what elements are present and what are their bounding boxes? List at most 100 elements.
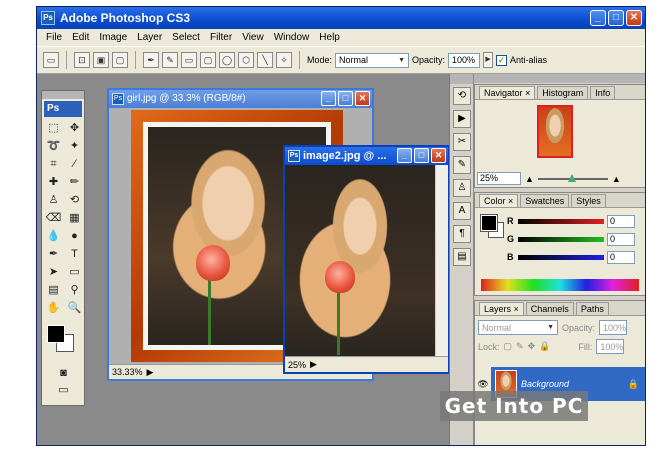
layer-comps-panel-icon[interactable]: ▤ xyxy=(453,248,471,266)
notes-tool-icon[interactable]: ▤ xyxy=(44,282,63,299)
clone-stamp-tool-icon[interactable]: ♙ xyxy=(44,192,63,209)
tab-layers[interactable]: Layers × xyxy=(479,302,524,315)
menu-filter[interactable]: Filter xyxy=(205,32,237,43)
zoom-tool-icon[interactable]: 🔍 xyxy=(65,300,84,317)
maximize-button[interactable]: □ xyxy=(608,10,624,26)
doc-maximize-button[interactable]: □ xyxy=(338,91,353,106)
tab-channels[interactable]: Channels xyxy=(525,302,574,315)
rounded-rectangle-icon[interactable]: ▢ xyxy=(200,52,216,68)
history-brush-tool-icon[interactable]: ⟲ xyxy=(65,192,84,209)
clone-source-panel-icon[interactable]: ♙ xyxy=(453,179,471,197)
gradient-tool-icon[interactable]: ▦ xyxy=(65,210,84,227)
zoom-slider[interactable] xyxy=(537,173,608,182)
navigator-preview[interactable] xyxy=(537,105,573,158)
tab-navigator[interactable]: Navigator × xyxy=(479,86,536,99)
ellipse-icon[interactable]: ◯ xyxy=(219,52,235,68)
opacity-input[interactable]: 100% xyxy=(448,52,481,68)
polygon-icon[interactable]: ⬡ xyxy=(238,52,254,68)
vertical-scrollbar[interactable] xyxy=(435,165,448,356)
color-spectrum[interactable] xyxy=(481,279,639,291)
menu-file[interactable]: File xyxy=(41,32,67,43)
foreground-color-swatch[interactable] xyxy=(47,325,65,343)
freeform-pen-icon[interactable]: ✎ xyxy=(162,52,178,68)
dock-header[interactable] xyxy=(450,74,473,84)
channel-value-input[interactable]: 0 xyxy=(607,214,635,228)
menu-layer[interactable]: Layer xyxy=(132,32,167,43)
minimize-button[interactable]: _ xyxy=(590,10,606,26)
document-title-bar[interactable]: Ps image2.jpg @ ... _ □ ✕ xyxy=(285,147,448,165)
navigator-zoom-input[interactable]: 25% xyxy=(477,172,521,185)
menu-window[interactable]: Window xyxy=(269,32,315,43)
paragraph-panel-icon[interactable]: ¶ xyxy=(453,225,471,243)
tab-histogram[interactable]: Histogram xyxy=(537,86,589,99)
tool-presets-panel-icon[interactable]: ✂ xyxy=(453,133,471,151)
foreground-color-box[interactable] xyxy=(480,214,498,232)
eyedropper-tool-icon[interactable]: ⚲ xyxy=(65,282,84,299)
doc-minimize-button[interactable]: _ xyxy=(321,91,336,106)
brushes-panel-icon[interactable]: ✎ xyxy=(453,156,471,174)
path-selection-tool-icon[interactable]: ➤ xyxy=(44,264,63,281)
zoom-out-icon[interactable]: ▲ xyxy=(525,174,534,184)
doc-maximize-button[interactable]: □ xyxy=(414,148,429,163)
rectangle-icon[interactable]: ▭ xyxy=(181,52,197,68)
channel-value-input[interactable]: 0 xyxy=(607,250,635,264)
fill-pixels-icon[interactable]: ▢ xyxy=(112,52,128,68)
dodge-tool-icon[interactable]: ● xyxy=(65,228,84,245)
brush-tool-icon[interactable]: ✏ xyxy=(65,174,84,191)
line-icon[interactable]: ╲ xyxy=(257,52,273,68)
history-panel-icon[interactable]: ⟲ xyxy=(453,87,471,105)
toolbox-logo[interactable]: Ps xyxy=(44,101,82,117)
fill-input[interactable]: 100% xyxy=(596,339,625,354)
panels-header[interactable] xyxy=(474,74,645,83)
zoom-level[interactable]: 25% xyxy=(288,360,306,370)
lock-transparency-icon[interactable]: ▢ xyxy=(504,341,513,352)
crop-tool-icon[interactable]: ⌗ xyxy=(44,156,63,173)
document-canvas[interactable] xyxy=(285,165,435,356)
tab-info[interactable]: Info xyxy=(590,86,616,99)
menu-view[interactable]: View xyxy=(237,32,269,43)
marquee-tool-icon[interactable]: ⬚ xyxy=(44,120,63,137)
channel-slider[interactable] xyxy=(518,218,604,224)
move-tool-icon[interactable]: ✥ xyxy=(65,120,84,137)
shape-layers-icon[interactable]: ▣ xyxy=(93,52,109,68)
zoom-level[interactable]: 33.33% xyxy=(112,367,143,377)
slice-tool-icon[interactable]: ⁄ xyxy=(65,156,84,173)
screen-mode-icon[interactable]: ▭ xyxy=(54,382,73,399)
tab-styles[interactable]: Styles xyxy=(571,194,606,207)
eraser-tool-icon[interactable]: ⌫ xyxy=(44,210,63,227)
toolbox-header[interactable] xyxy=(42,91,84,99)
tab-swatches[interactable]: Swatches xyxy=(520,194,570,207)
lock-all-icon[interactable]: 🔒 xyxy=(539,341,550,352)
mode-select[interactable]: Normal ▼ xyxy=(335,52,410,68)
hand-tool-icon[interactable]: ✋ xyxy=(44,300,63,317)
blend-mode-select[interactable]: Normal ▼ xyxy=(478,320,558,335)
lock-image-icon[interactable]: ✎ xyxy=(516,341,524,352)
pen-icon[interactable]: ✒ xyxy=(143,52,159,68)
tab-paths[interactable]: Paths xyxy=(575,302,609,315)
quick-mask-icon[interactable]: ◙ xyxy=(54,365,73,382)
tool-preset-icon[interactable]: ▭ xyxy=(43,52,59,68)
zoom-in-icon[interactable]: ▲ xyxy=(612,174,621,184)
actions-panel-icon[interactable]: ▶ xyxy=(453,110,471,128)
menu-help[interactable]: Help xyxy=(314,32,345,43)
rectangle-tool-icon[interactable]: ▭ xyxy=(65,264,84,281)
blur-tool-icon[interactable]: 💧 xyxy=(44,228,63,245)
menu-select[interactable]: Select xyxy=(167,32,205,43)
layer-opacity-input[interactable]: 100% xyxy=(599,320,628,335)
menu-image[interactable]: Image xyxy=(94,32,132,43)
doc-close-button[interactable]: ✕ xyxy=(355,91,370,106)
healing-brush-tool-icon[interactable]: ✚ xyxy=(44,174,63,191)
new-layer-mode-icon[interactable]: ⊡ xyxy=(74,52,90,68)
channel-slider[interactable] xyxy=(518,254,604,260)
custom-shape-icon[interactable]: ✧ xyxy=(276,52,292,68)
opacity-arrow-icon[interactable]: ▶ xyxy=(483,52,494,68)
zoom-slider-knob[interactable] xyxy=(567,173,576,182)
channel-value-input[interactable]: 0 xyxy=(607,232,635,246)
document-title-bar[interactable]: Ps girl.jpg @ 33.3% (RGB/8#) _ □ ✕ xyxy=(109,90,372,108)
close-button[interactable]: ✕ xyxy=(626,10,642,26)
channel-slider[interactable] xyxy=(518,236,604,242)
doc-minimize-button[interactable]: _ xyxy=(397,148,412,163)
antialias-checkbox[interactable]: ✓ xyxy=(496,54,508,66)
status-arrow-icon[interactable]: ▶ xyxy=(310,359,317,370)
doc-close-button[interactable]: ✕ xyxy=(431,148,446,163)
